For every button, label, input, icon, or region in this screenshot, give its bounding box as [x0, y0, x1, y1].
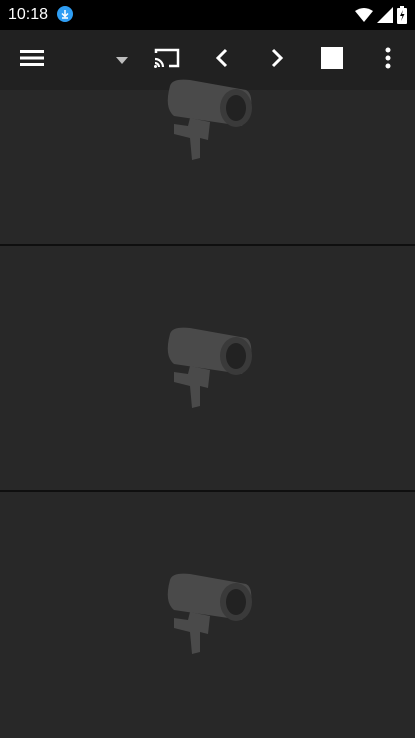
dropdown-arrow-icon — [116, 51, 128, 69]
next-button[interactable] — [255, 30, 299, 90]
battery-icon — [397, 6, 407, 29]
wifi-icon — [355, 7, 373, 28]
chevron-left-icon — [215, 48, 229, 73]
cctv-camera-icon — [160, 572, 258, 665]
camera-view-3[interactable] — [0, 492, 415, 738]
more-options-button[interactable] — [366, 30, 410, 90]
camera-view-2[interactable] — [0, 246, 415, 490]
menu-button[interactable] — [8, 30, 56, 90]
cctv-camera-icon — [160, 326, 258, 419]
status-time: 10:18 — [8, 6, 49, 23]
cctv-camera-icon — [160, 78, 258, 171]
cast-icon — [153, 47, 181, 74]
view-dropdown[interactable] — [100, 30, 144, 90]
download-icon — [57, 6, 73, 22]
cellular-signal-icon — [377, 7, 393, 28]
stop-button[interactable] — [310, 30, 354, 90]
camera-view-1[interactable] — [0, 79, 415, 244]
menu-icon — [20, 49, 44, 72]
chevron-right-icon — [270, 48, 284, 73]
more-vert-icon — [385, 47, 391, 74]
stop-icon — [321, 46, 343, 74]
status-bar: 10:18 — [0, 0, 415, 30]
